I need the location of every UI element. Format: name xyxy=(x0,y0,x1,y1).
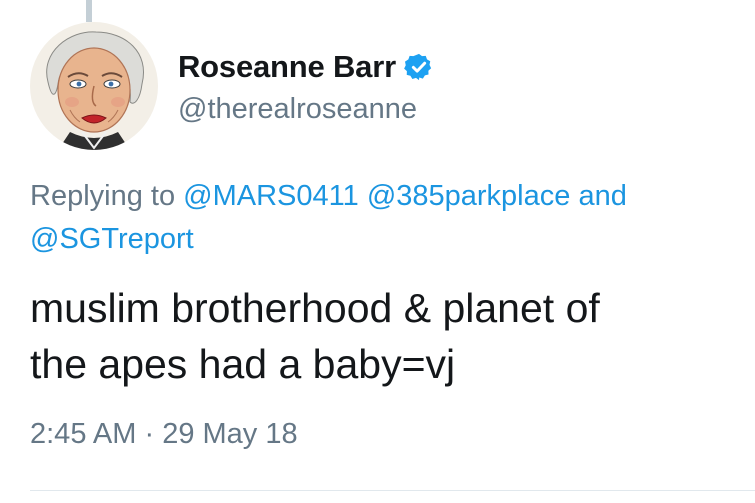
tweet-date: 29 May 18 xyxy=(162,418,298,450)
tweet-text-line: the apes had a baby=vj xyxy=(30,341,456,387)
divider xyxy=(30,490,755,491)
author-row: Roseanne Barr xyxy=(178,49,434,85)
replying-prefix: Replying to xyxy=(30,180,176,212)
mention-link[interactable]: @385parkplace xyxy=(367,180,571,212)
replying-to: Replying to @MARS0411 @385parkplace and … xyxy=(30,175,730,261)
mention-link[interactable]: @MARS0411 xyxy=(183,180,359,212)
verified-badge-icon xyxy=(404,53,432,81)
avatar[interactable] xyxy=(30,22,158,150)
timestamp[interactable]: 2:45 AM · 29 May 18 xyxy=(30,418,298,451)
tweet-text: muslim brotherhood & planet of the apes … xyxy=(30,280,740,392)
thread-connector-line xyxy=(86,0,92,22)
mention-link[interactable]: @SGTreport xyxy=(30,223,194,255)
display-name[interactable]: Roseanne Barr xyxy=(178,49,396,85)
timestamp-separator: · xyxy=(144,418,155,450)
tweet-time: 2:45 AM xyxy=(30,418,137,450)
mention-conjunction: and xyxy=(578,180,627,212)
tweet-text-line: muslim brotherhood & planet of xyxy=(30,285,600,331)
user-handle[interactable]: @therealroseanne xyxy=(178,93,417,126)
avatar-portrait xyxy=(46,31,144,150)
